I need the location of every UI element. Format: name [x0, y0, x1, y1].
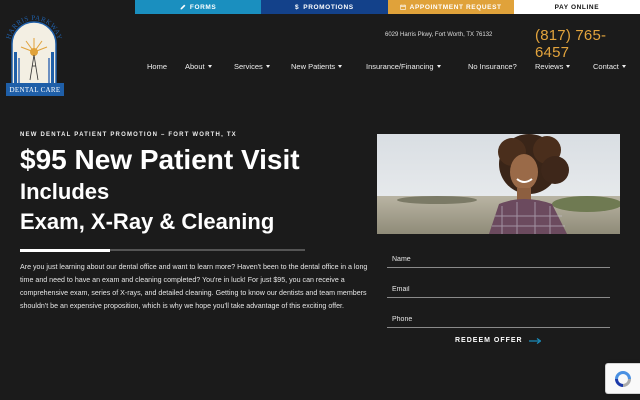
caret-down-icon	[566, 65, 571, 68]
nav-item-label: No Insurance?	[468, 62, 517, 71]
nav-item-insurance-financing[interactable]: Insurance/Financing	[366, 62, 441, 71]
forms-label: Forms	[189, 3, 217, 11]
utility-bar: Forms $ Promotions Appointment Request P…	[135, 0, 640, 14]
appointment-request-link[interactable]: Appointment Request	[387, 0, 514, 14]
caret-down-icon	[265, 65, 270, 68]
nav-item-services[interactable]: Services	[234, 62, 270, 71]
forms-link[interactable]: Forms	[135, 0, 262, 14]
logo[interactable]: HARRIS PARKWAY DENTAL CARE	[4, 8, 64, 96]
main-nav: Home About Services New Patients Insuran…	[0, 62, 640, 74]
nav-item-no-insurance[interactable]: No Insurance?	[468, 62, 517, 71]
email-field[interactable]	[387, 278, 610, 299]
nav-item-label: Insurance/Financing	[366, 62, 434, 71]
promo-description: Are you just learning about our dental o…	[20, 263, 368, 310]
promotions-label: Promotions	[303, 3, 354, 11]
nav-item-label: Home	[147, 62, 168, 71]
pay-online-label: Pay Online	[554, 3, 600, 11]
nav-item-label: Reviews	[535, 62, 564, 71]
pencil-icon	[180, 4, 186, 10]
appointment-label: Appointment Request	[409, 3, 502, 11]
redeem-offer-label: REDEEM OFFER	[455, 337, 523, 344]
nav-item-home[interactable]: Home	[147, 62, 167, 71]
phone-number[interactable]: (817) 765-6457	[535, 27, 640, 61]
name-field[interactable]	[387, 248, 610, 269]
caret-down-icon	[338, 65, 343, 68]
logo-band: DENTAL CARE	[6, 83, 64, 96]
promotions-link[interactable]: $ Promotions	[261, 0, 388, 14]
promo-kicker: NEW DENTAL PATIENT PROMOTION – FORT WORT…	[20, 132, 237, 138]
nav-item-reviews[interactable]: Reviews	[535, 62, 571, 71]
smiling-woman-photo	[377, 134, 620, 234]
promo-headline: $95 New Patient Visit	[20, 144, 300, 175]
caret-down-icon	[207, 65, 212, 68]
recaptcha-icon	[615, 370, 631, 387]
arrow-right-icon	[528, 337, 541, 344]
hero-photo	[377, 134, 620, 234]
name-input[interactable]	[387, 250, 610, 269]
promo-subhead-services: Exam, X-Ray & Cleaning	[20, 209, 275, 234]
calendar-icon	[399, 4, 406, 10]
redeem-offer-button[interactable]: REDEEM OFFER	[455, 337, 541, 344]
recaptcha-badge[interactable]	[605, 363, 640, 394]
nav-item-new-patients[interactable]: New Patients	[291, 62, 343, 71]
phone-input[interactable]	[387, 310, 610, 329]
nav-item-contact[interactable]: Contact	[593, 62, 626, 71]
office-address[interactable]: 6029 Harris Pkwy, Fort Worth, TX 76132	[385, 32, 492, 38]
nav-item-label: Services	[234, 62, 263, 71]
email-input[interactable]	[387, 280, 610, 299]
section-divider	[20, 248, 305, 252]
nav-item-label: About	[185, 62, 205, 71]
promo-subhead-includes: Includes	[20, 179, 110, 204]
caret-down-icon	[621, 65, 626, 68]
divider-accent	[20, 248, 110, 252]
caret-down-icon	[436, 65, 441, 68]
pay-online-link[interactable]: Pay Online	[513, 0, 640, 14]
nav-item-label: New Patients	[291, 62, 336, 71]
dollar-icon: $	[295, 3, 300, 11]
nav-item-about[interactable]: About	[185, 62, 212, 71]
nav-item-label: Contact	[593, 62, 619, 71]
phone-field[interactable]	[387, 308, 610, 329]
